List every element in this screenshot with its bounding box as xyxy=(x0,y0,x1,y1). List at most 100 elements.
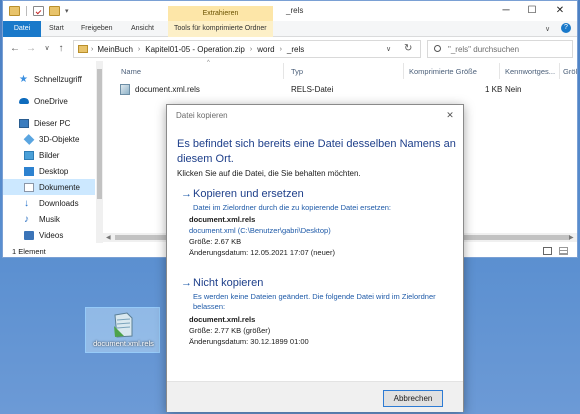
close-button[interactable]: ✕ xyxy=(547,4,573,18)
new-folder-icon[interactable] xyxy=(49,6,60,16)
xml-file-icon xyxy=(114,312,133,338)
expand-ribbon-icon[interactable]: ∨ xyxy=(545,25,550,33)
cloud-icon xyxy=(19,98,29,104)
dialog-heading: Es befindet sich bereits eine Datei dess… xyxy=(177,138,456,165)
folder-icon xyxy=(9,6,20,16)
column-size[interactable]: Größ xyxy=(563,67,577,76)
option-heading: Nicht kopieren xyxy=(193,277,264,289)
search-input[interactable]: "_rels" durchsuchen xyxy=(427,40,573,58)
context-tab-header: Extrahieren xyxy=(168,6,273,21)
breadcrumb-rels[interactable]: _rels xyxy=(287,45,304,54)
arrow-right-icon: → xyxy=(181,188,192,200)
nav-item-bilder[interactable]: Bilder xyxy=(3,147,95,163)
breadcrumb-zip[interactable]: Kapitel01-05 - Operation.zip xyxy=(145,45,245,54)
replace-location-link[interactable]: document.xml (C:\Benutzer\gabri\Desktop) xyxy=(189,226,331,235)
replace-size: Größe: 2.67 KB xyxy=(189,237,242,246)
back-button[interactable]: ← xyxy=(9,42,21,56)
ribbon-tabs: Datei Start Freigeben Ansicht Tools für … xyxy=(3,21,577,37)
tab-freigeben[interactable]: Freigeben xyxy=(75,21,119,37)
sort-indicator-icon: ^ xyxy=(207,60,210,66)
tab-start[interactable]: Start xyxy=(43,21,70,37)
breadcrumb-separator: › xyxy=(249,45,253,53)
nav-item-schnellzugriff[interactable]: ★ Schnellzugriff xyxy=(3,71,95,87)
maximize-button[interactable]: ☐ xyxy=(519,4,545,18)
nav-item-videos[interactable]: Videos xyxy=(3,227,95,243)
option-description: Es werden keine Dateien geändert. Die fo… xyxy=(193,292,436,311)
option-copy-and-replace[interactable]: → Kopieren und ersetzen Datei im Zielord… xyxy=(181,188,455,216)
up-button[interactable]: ↑ xyxy=(55,42,67,56)
recent-locations-button[interactable]: ∨ xyxy=(41,42,53,56)
tab-ansicht[interactable]: Ansicht xyxy=(125,21,160,37)
title-bar: ▾ Extrahieren _rels ─ ☐ ✕ xyxy=(3,1,577,21)
tab-datei[interactable]: Datei xyxy=(3,21,41,37)
option-do-not-copy[interactable]: → Nicht kopieren Es werden keine Dateien… xyxy=(181,277,455,313)
replace-date: Änderungsdatum: 12.05.2021 17:07 (neuer) xyxy=(189,248,335,257)
download-icon: ↓ xyxy=(24,197,29,209)
option-heading: Kopieren und ersetzen xyxy=(193,188,304,200)
item-count: 1 Element xyxy=(12,247,46,256)
nav-item-dieser-pc[interactable]: Dieser PC xyxy=(3,115,95,131)
nav-item-desktop[interactable]: Desktop xyxy=(3,163,95,179)
copy-file-dialog: Datei kopieren ✕ Es befindet sich bereit… xyxy=(166,104,464,412)
address-dropdown-button[interactable]: ∨ xyxy=(386,45,391,53)
folder-icon xyxy=(78,45,88,53)
dialog-close-button[interactable]: ✕ xyxy=(443,108,457,122)
scroll-right-icon[interactable]: ▶ xyxy=(569,234,574,241)
skip-date: Änderungsdatum: 30.12.1899 01:00 xyxy=(189,337,309,346)
cancel-button[interactable]: Abbrechen xyxy=(383,390,443,407)
column-name[interactable]: Name xyxy=(121,67,141,76)
scroll-left-icon[interactable]: ◀ xyxy=(106,234,111,241)
divider xyxy=(26,6,27,16)
scrollbar-thumb[interactable] xyxy=(97,69,102,199)
column-divider[interactable] xyxy=(403,63,404,79)
details-view-icon[interactable] xyxy=(543,247,552,255)
quick-access-toolbar: ▾ xyxy=(9,5,69,17)
help-icon[interactable]: ? xyxy=(561,23,571,33)
desktop-icon xyxy=(24,166,34,176)
file-type: RELS-Datei xyxy=(291,85,334,94)
column-password[interactable]: Kennwortges... xyxy=(505,67,555,76)
option-description: Datei im Zielordner durch die zu kopiere… xyxy=(193,203,392,212)
column-divider[interactable] xyxy=(283,63,284,79)
column-divider[interactable] xyxy=(499,63,500,79)
customize-toolbar-icon[interactable]: ▾ xyxy=(65,7,69,15)
desktop-file-icon[interactable]: document.xml.rels xyxy=(85,307,160,353)
tiles-view-icon[interactable] xyxy=(559,247,568,255)
file-password: Nein xyxy=(505,85,522,94)
desktop: ▾ Extrahieren _rels ─ ☐ ✕ Datei Start Fr… xyxy=(0,0,580,414)
properties-icon[interactable] xyxy=(33,6,44,16)
skip-size: Größe: 2.77 KB (größer) xyxy=(189,326,271,335)
nav-item-musik[interactable]: ♪ Musik xyxy=(3,211,95,227)
star-icon: ★ xyxy=(19,73,28,85)
refresh-button[interactable]: ↻ xyxy=(404,43,412,54)
column-divider[interactable] xyxy=(559,63,560,79)
search-placeholder: "_rels" durchsuchen xyxy=(448,45,520,54)
nav-item-3d-objekte[interactable]: 3D-Objekte xyxy=(3,131,95,147)
computer-icon xyxy=(19,118,29,128)
forward-button[interactable]: → xyxy=(25,42,37,56)
window-title: _rels xyxy=(286,6,304,15)
breadcrumb-word[interactable]: word xyxy=(257,45,274,54)
column-type[interactable]: Typ xyxy=(291,67,303,76)
breadcrumb-meinbuch[interactable]: MeinBuch xyxy=(97,45,133,54)
dialog-footer: Abbrechen xyxy=(167,381,463,412)
desktop-file-label: document.xml.rels xyxy=(93,339,154,348)
nav-item-onedrive[interactable]: OneDrive xyxy=(3,93,95,109)
breadcrumb-separator: › xyxy=(137,45,141,53)
address-row: ← → ∨ ↑ › MeinBuch › Kapitel01-05 - Oper… xyxy=(3,37,577,61)
navigation-pane: ★ Schnellzugriff OneDrive Dieser PC 3D-O… xyxy=(3,61,103,243)
nav-scrollbar[interactable] xyxy=(96,61,103,243)
search-icon xyxy=(434,45,441,52)
minimize-button[interactable]: ─ xyxy=(493,4,519,18)
column-compressed-size[interactable]: Komprimierte Größe xyxy=(409,67,477,76)
music-icon: ♪ xyxy=(24,213,29,225)
tab-compressed-tools[interactable]: Tools für komprimierte Ordner xyxy=(168,21,273,37)
nav-item-dokumente[interactable]: Dokumente xyxy=(3,179,95,195)
address-bar[interactable]: › MeinBuch › Kapitel01-05 - Operation.zi… xyxy=(73,40,421,58)
breadcrumb-separator: › xyxy=(279,45,282,53)
pictures-icon xyxy=(24,150,34,160)
nav-item-downloads[interactable]: ↓ Downloads xyxy=(3,195,95,211)
table-row[interactable]: document.xml.rels RELS-Datei 1 KB Nein xyxy=(111,81,577,97)
arrow-right-icon: → xyxy=(181,277,192,289)
skip-filename: document.xml.rels xyxy=(189,315,256,324)
